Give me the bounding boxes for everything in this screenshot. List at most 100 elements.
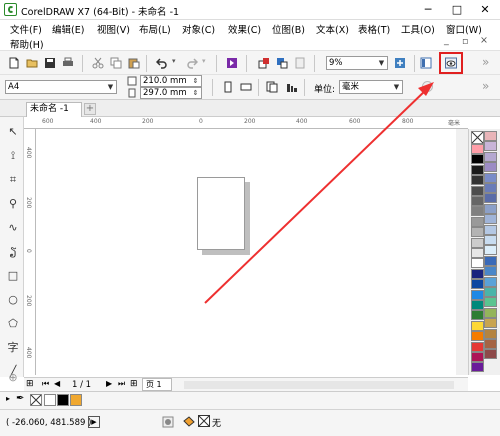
zoom-tool-icon[interactable]: ⚲ <box>6 197 20 211</box>
document-tab[interactable]: 未命名 -1 <box>26 102 82 117</box>
palette-swatch[interactable] <box>484 183 497 193</box>
portrait-icon[interactable] <box>222 81 234 93</box>
all-pages-icon[interactable] <box>266 81 278 93</box>
cut-icon[interactable] <box>92 57 104 69</box>
fill-bucket-icon[interactable] <box>182 415 196 429</box>
palette-swatch[interactable] <box>484 297 497 308</box>
menu-tools[interactable]: 工具(O) <box>401 22 435 36</box>
palette-swatch[interactable] <box>471 227 484 238</box>
first-page-icon[interactable]: ⏮ <box>42 379 49 389</box>
menu-layout[interactable]: 布局(L) <box>139 22 171 36</box>
palette-swatch[interactable] <box>471 310 484 321</box>
palette-swatch[interactable] <box>471 352 484 362</box>
crop-tool-icon[interactable]: ⌗ <box>6 173 20 187</box>
landscape-icon[interactable] <box>240 81 252 93</box>
palette-swatch[interactable] <box>484 245 497 256</box>
palette-swatch[interactable] <box>484 339 497 349</box>
text-tool-icon[interactable]: 字 <box>6 341 20 355</box>
horizontal-ruler[interactable]: 600 400 200 0 200 400 600 800 毫米 <box>24 117 468 129</box>
no-color-swatch[interactable] <box>471 131 484 144</box>
palette-swatch[interactable] <box>471 331 484 342</box>
full-screen-preview-icon[interactable] <box>394 57 406 69</box>
palette-swatch[interactable] <box>471 164 484 175</box>
doc-minimize-button[interactable]: _ <box>444 35 449 46</box>
import-icon[interactable] <box>258 57 270 69</box>
paper-size-dropdown-icon[interactable]: ▼ <box>105 81 116 93</box>
redo-icon[interactable] <box>186 57 198 69</box>
menu-edit[interactable]: 编辑(E) <box>52 22 84 36</box>
palette-swatch[interactable] <box>471 289 484 300</box>
palette-swatch[interactable] <box>471 320 484 331</box>
last-page-icon[interactable]: ⏭ <box>118 379 125 389</box>
palette-swatch[interactable] <box>484 328 497 339</box>
palette-swatch[interactable] <box>484 141 497 152</box>
palette-swatch[interactable] <box>484 172 497 183</box>
palette-swatch[interactable] <box>471 300 484 310</box>
export-icon[interactable] <box>276 57 288 69</box>
nudge-offset-icon[interactable] <box>422 81 433 92</box>
add-page-before-icon[interactable]: ⊞ <box>26 379 34 389</box>
print-icon[interactable] <box>62 57 74 69</box>
palette-swatch[interactable] <box>484 214 497 225</box>
zoom-level-input[interactable]: 9% ▼ <box>326 56 388 70</box>
current-page-icon[interactable] <box>286 81 298 93</box>
palette-swatch[interactable] <box>484 151 497 162</box>
doc-close-button[interactable]: × <box>480 35 488 46</box>
palette-swatch[interactable] <box>471 154 484 165</box>
menu-object[interactable]: 对象(C) <box>182 22 215 36</box>
drawing-canvas[interactable] <box>36 129 468 375</box>
palette-swatch[interactable] <box>471 196 484 206</box>
toolbar-overflow-icon[interactable]: » <box>482 55 489 69</box>
polygon-tool-icon[interactable]: ⬠ <box>6 317 20 331</box>
prev-page-icon[interactable]: ◀ <box>54 379 60 388</box>
palette-swatch[interactable] <box>471 279 484 290</box>
vertical-ruler[interactable]: 400 200 0 200 400 <box>24 129 36 375</box>
add-tool-icon[interactable]: ⊕ <box>6 371 20 385</box>
status-expand-icon[interactable]: ▶ <box>88 416 100 428</box>
minimize-button[interactable]: ─ <box>414 0 442 20</box>
zoom-dropdown-icon[interactable]: ▼ <box>376 57 387 69</box>
palette-swatch[interactable] <box>484 162 497 173</box>
color-eyedropper-icon[interactable]: ✒ <box>16 393 24 404</box>
palette-swatch[interactable] <box>484 266 497 277</box>
palette-menu-icon[interactable]: ▸ <box>6 394 10 403</box>
palette-swatch[interactable] <box>484 307 497 318</box>
palette-swatch[interactable] <box>484 193 497 204</box>
undo-dropdown-icon[interactable]: ▾ <box>172 57 176 65</box>
doc-restore-button[interactable]: ▫ <box>462 36 468 47</box>
menu-effects[interactable]: 效果(C) <box>228 22 261 36</box>
palette-swatch[interactable] <box>471 248 484 258</box>
page-width-input[interactable]: 210.0 mm ⇕ <box>140 75 202 87</box>
pick-tool-icon[interactable]: ↖ <box>6 125 20 139</box>
palette-swatch[interactable] <box>471 362 484 373</box>
palette-swatch[interactable] <box>471 268 484 279</box>
options-eye-icon[interactable] <box>445 57 457 69</box>
rectangle-tool-icon[interactable]: □ <box>6 269 20 283</box>
palette-swatch[interactable] <box>471 237 484 248</box>
palette-swatch[interactable] <box>471 175 484 186</box>
freehand-tool-icon[interactable]: ∿ <box>6 221 20 235</box>
page-width-spinner-icon[interactable]: ⇕ <box>190 76 201 86</box>
menu-help[interactable]: 帮助(H) <box>10 37 44 51</box>
ellipse-tool-icon[interactable]: ○ <box>6 293 20 307</box>
palette-swatch[interactable] <box>484 235 497 245</box>
units-dropdown-icon[interactable]: ▼ <box>391 81 402 93</box>
units-select[interactable]: 毫米 ▼ <box>339 80 403 94</box>
palette-swatch[interactable] <box>484 318 497 329</box>
palette-swatch[interactable] <box>484 131 497 141</box>
color-proofing-icon[interactable] <box>162 416 174 428</box>
palette-swatch[interactable] <box>471 185 484 196</box>
menu-file[interactable]: 文件(F) <box>10 22 42 36</box>
menu-window[interactable]: 窗口(W) <box>446 22 482 36</box>
property-overflow-icon[interactable]: » <box>482 79 489 93</box>
palette-swatch[interactable] <box>471 216 484 227</box>
undo-icon[interactable] <box>156 57 168 69</box>
palette-swatch[interactable] <box>484 203 497 214</box>
save-icon[interactable] <box>44 57 56 69</box>
menu-table[interactable]: 表格(T) <box>358 22 390 36</box>
menu-bitmaps[interactable]: 位图(B) <box>272 22 305 36</box>
menu-text[interactable]: 文本(X) <box>316 22 349 36</box>
paste-icon[interactable] <box>128 57 140 69</box>
page-height-input[interactable]: 297.0 mm ⇕ <box>140 87 202 99</box>
palette-swatch[interactable] <box>484 287 497 297</box>
